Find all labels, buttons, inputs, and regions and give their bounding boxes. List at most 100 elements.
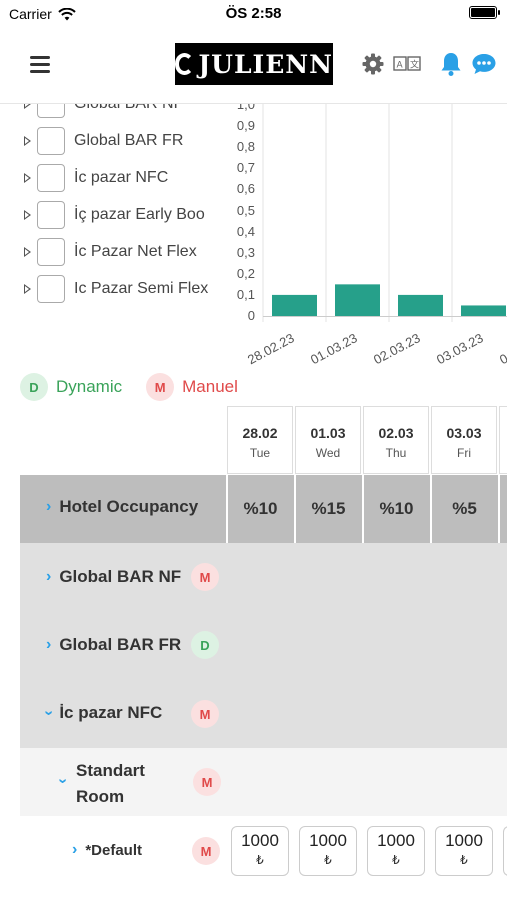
tree-item[interactable]: Global BAR NF [24, 104, 183, 119]
price-input[interactable]: 1000 ₺ [367, 826, 425, 876]
global-bar-fr-row[interactable]: › Global BAR FR [46, 635, 181, 655]
price-value: 1000 [445, 831, 483, 850]
date-header: 03.03 Fri [431, 406, 497, 474]
date-label: 28.02 [242, 425, 278, 441]
row-label-line: Room [76, 787, 125, 806]
svg-text:A: A [397, 61, 404, 71]
tree-item[interactable]: İc pazar NFC [24, 163, 168, 193]
status-bar: Carrier ÖS 2:58 [0, 0, 507, 28]
logo: JULIENN [175, 43, 333, 85]
translate-icon[interactable]: A 文 [392, 50, 422, 78]
price-value: 1000 [309, 831, 347, 850]
price-input[interactable]: 1000 ₺ [299, 826, 357, 876]
chart-bar[interactable] [461, 305, 506, 316]
manuel-badge: M [193, 768, 221, 796]
tree-item[interactable]: Global BAR FR [24, 126, 183, 156]
weekday-label: Wed [315, 446, 341, 460]
chart-bar[interactable] [398, 294, 443, 316]
date-header: 01.03 Wed [295, 406, 361, 474]
app-header: JULIENN A 文 [0, 28, 507, 104]
expand-icon[interactable] [24, 210, 31, 220]
occupancy-cell: %15 [294, 475, 361, 543]
checkbox[interactable] [37, 275, 65, 303]
y-tick-label: 0,9 [236, 118, 255, 134]
row-label: Standart Room [76, 758, 145, 810]
y-tick-label: 0,1 [236, 286, 255, 302]
default-label: *Default [85, 841, 143, 859]
checkbox[interactable] [37, 201, 65, 229]
manuel-label: Manuel [182, 377, 238, 396]
chevron-right-icon[interactable]: › [72, 841, 77, 859]
expand-icon[interactable] [24, 284, 31, 294]
price-input-partial[interactable] [503, 826, 507, 876]
chevron-right-icon[interactable]: › [46, 498, 51, 516]
legend: D Dynamic M Manuel [20, 372, 262, 402]
y-tick-label: 0,4 [236, 223, 255, 239]
hotel-occupancy-row[interactable]: › Hotel Occupancy %10 %15 %10 %5 [20, 475, 507, 543]
manuel-badge: M [191, 700, 219, 728]
menu-icon[interactable] [30, 56, 50, 73]
y-tick-label: 0,2 [236, 265, 255, 281]
tree-item[interactable]: Ic Pazar Semi Flex [24, 274, 208, 304]
occupancy-cell: %10 [226, 475, 293, 543]
weekday-label: Fri [457, 446, 471, 460]
tree-item[interactable]: İc Pazar Net Flex [24, 237, 197, 267]
row-label: › Hotel Occupancy [46, 497, 198, 517]
currency-symbol: ₺ [460, 853, 468, 867]
expand-icon[interactable] [24, 136, 31, 146]
checkbox[interactable] [37, 127, 65, 155]
row-label: Global BAR FR [59, 635, 182, 654]
dynamic-badge: D [20, 373, 48, 401]
chart-bar[interactable] [335, 284, 380, 316]
chart-bar[interactable] [272, 294, 317, 316]
default-rate-row[interactable]: › *Default M 1000 ₺ 1000 ₺ 1000 ₺ 1000 ₺ [20, 817, 507, 885]
weekday-label: Tue [249, 446, 271, 460]
date-header: 28.02 Tue [227, 406, 293, 474]
tree-item-label: Global BAR FR [74, 132, 184, 149]
chat-icon[interactable] [470, 50, 498, 78]
status-time: ÖS 2:58 [225, 5, 282, 22]
checkbox[interactable] [37, 164, 65, 192]
chevron-down-icon[interactable]: › [54, 778, 72, 783]
date-label: 01.03 [310, 425, 346, 441]
checkbox[interactable] [37, 238, 65, 266]
date-label: 02.03 [378, 425, 414, 441]
expand-icon[interactable] [24, 173, 31, 183]
manuel-badge: M [191, 563, 219, 591]
gear-icon[interactable] [359, 50, 387, 78]
battery-icon [469, 6, 500, 19]
dynamic-badge: D [191, 631, 219, 659]
tree-item-label: Global BAR NF [74, 104, 183, 113]
expand-icon[interactable] [24, 247, 31, 257]
global-bar-nf-row[interactable]: › Global BAR NF [46, 567, 181, 587]
y-tick-label: 0,8 [236, 139, 255, 155]
expand-icon[interactable] [24, 104, 31, 109]
y-tick-label: 0,5 [236, 202, 255, 218]
tree-item-label: Ic Pazar Semi Flex [74, 280, 209, 297]
price-input[interactable]: 1000 ₺ [435, 826, 493, 876]
svg-text:文: 文 [410, 59, 419, 71]
occupancy-label: Hotel Occupancy [59, 497, 199, 516]
y-tick-label: 1,0 [236, 104, 255, 112]
tree-item-label: İç pazar Early Boo [74, 206, 205, 223]
tree-item-label: İc pazar NFC [74, 169, 169, 186]
weekday-label: Thu [385, 446, 407, 460]
chevron-down-icon[interactable]: › [40, 710, 58, 715]
y-tick-label: 0,6 [236, 181, 255, 197]
chevron-right-icon[interactable]: › [46, 636, 51, 654]
manuel-badge: M [192, 837, 220, 865]
standart-room-row[interactable]: › Standart Room M [20, 748, 507, 816]
y-tick-label: 0,3 [236, 244, 255, 260]
dynamic-label: Dynamic [56, 377, 123, 396]
ic-pazar-nfc-row[interactable]: › İc pazar NFC [41, 703, 163, 723]
chevron-right-icon[interactable]: › [46, 568, 51, 586]
bell-icon[interactable] [437, 50, 465, 78]
checkbox[interactable] [37, 104, 65, 118]
price-input[interactable]: 1000 ₺ [231, 826, 289, 876]
price-value: 1000 [377, 831, 415, 850]
currency-symbol: ₺ [324, 853, 332, 867]
occupancy-cell: %10 [362, 475, 429, 543]
rate-group: › Global BAR NF M › Global BAR FR D › İc… [20, 543, 507, 748]
tree-item[interactable]: İç pazar Early Boo [24, 200, 205, 230]
occupancy-chart: 0 0,1 0,2 0,3 0,4 0,5 0,6 0,7 0,8 0,9 1,0 28.02.23 0… [225, 104, 507, 374]
